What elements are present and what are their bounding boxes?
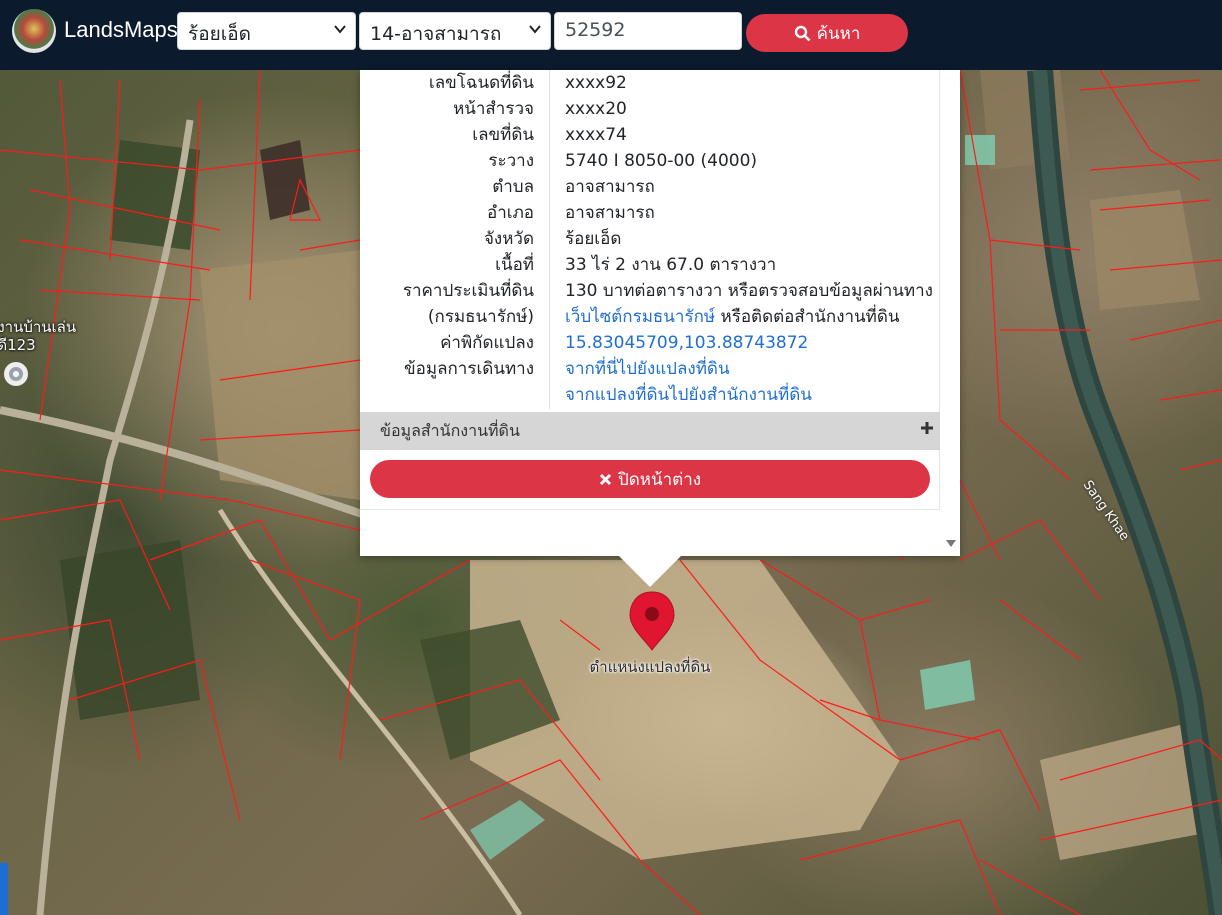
directions-to-parcel-link[interactable]: จากที่นี่ไปยังแปลงที่ดิน [565, 359, 730, 379]
coordinate-link[interactable]: 15.83045709,103.88743872 [565, 333, 808, 353]
info-row: เลขโฉนดที่ดิน xxxx92 [360, 70, 940, 96]
treasury-link-line: เว็บไซต์กรมธนารักษ์ หรือติดต่อสำนักงานที… [565, 304, 900, 330]
chevron-down-icon [529, 25, 541, 34]
map-sheet-value: 5740 I 8050-00 (4000) [565, 151, 758, 171]
parcel-info-table: เลขโฉนดที่ดิน xxxx92 หน้าสำรวจ xxxx20 เล… [360, 70, 940, 408]
treasury-dept-label: (กรมธนารักษ์) [427, 307, 534, 327]
deed-number-label: เลขโฉนดที่ดิน [428, 73, 534, 93]
info-row: เลขที่ดิน xxxx74 [360, 122, 940, 148]
area-label: เนื้อที่ [495, 255, 534, 275]
subdistrict-value: อาจสามารถ [565, 177, 655, 197]
close-icon [599, 473, 612, 485]
info-row: ตำบล อาจสามารถ [360, 174, 940, 200]
treasury-website-link[interactable]: เว็บไซต์กรมธนารักษ์ [565, 307, 715, 327]
parcel-number-value: 52592 [565, 19, 626, 41]
info-row: หน้าสำรวจ xxxx20 [360, 96, 940, 122]
parcel-number-input[interactable]: 52592 [554, 12, 742, 50]
landsmaps-logo-icon[interactable] [12, 9, 56, 53]
close-window-label: ปิดหน้าต่าง [617, 469, 702, 490]
survey-page-label: หน้าสำรวจ [453, 99, 534, 119]
survey-page-value: xxxx20 [565, 99, 627, 119]
search-icon [794, 25, 811, 41]
appraisal-price-label: ราคาประเมินที่ดิน [402, 281, 534, 301]
deed-number-value: xxxx92 [565, 73, 627, 93]
info-row: ค่าพิกัดแปลง 15.83045709,103.88743872 [360, 330, 940, 356]
brand-title[interactable]: LandsMaps [64, 17, 178, 43]
chevron-down-icon [334, 25, 346, 34]
province-label: จังหวัด [483, 229, 534, 249]
treasury-suffix-text: หรือติดต่อสำนักงานที่ดิน [715, 307, 900, 327]
pin-label: ตำแหน่งแปลงที่ดิน [589, 658, 711, 676]
info-row: ข้อมูลการเดินทาง จากที่นี่ไปยังแปลงที่ดิ… [360, 356, 940, 382]
province-select-value: ร้อยเอ็ด [188, 23, 251, 45]
info-row: ราคาประเมินที่ดิน 130 บาทต่อตารางวา หรือ… [360, 278, 940, 304]
subdistrict-label: ตำบล [492, 177, 534, 197]
info-row: อำเภอ อาจสามารถ [360, 200, 940, 226]
info-row: จากแปลงที่ดินไปยังสำนักงานที่ดิน [360, 382, 940, 408]
parcel-info-popup: เลขโฉนดที่ดิน xxxx92 หน้าสำรวจ xxxx20 เล… [360, 70, 960, 556]
info-row: (กรมธนารักษ์) เว็บไซต์กรมธนารักษ์ หรือติ… [360, 304, 940, 330]
area-value: 33 ไร่ 2 งาน 67.0 ตารางวา [565, 255, 777, 275]
location-target-icon [4, 362, 28, 386]
district-select-value: 14-อาจสามารถ [370, 23, 502, 45]
province-value: ร้อยเอ็ด [565, 229, 622, 249]
info-row: ระวาง 5740 I 8050-00 (4000) [360, 148, 940, 174]
popup-pointer [618, 555, 682, 587]
travel-info-label: ข้อมูลการเดินทาง [404, 359, 534, 379]
top-navbar: LandsMaps ร้อยเอ็ด 14-อาจสามารถ 52592 ค้… [0, 0, 1222, 70]
info-row: เนื้อที่ 33 ไร่ 2 งาน 67.0 ตารางวา [360, 252, 940, 278]
place-label: งงานบ้านเล่น งดี123 [0, 318, 77, 354]
map-sheet-label: ระวาง [488, 151, 534, 171]
land-number-value: xxxx74 [565, 125, 627, 145]
province-select[interactable]: ร้อยเอ็ด [177, 12, 356, 50]
land-office-section-toggle[interactable]: ข้อมูลสำนักงานที่ดิน [360, 412, 940, 450]
coordinate-label: ค่าพิกัดแปลง [440, 333, 534, 353]
land-number-label: เลขที่ดิน [472, 125, 534, 145]
directions-to-office-link[interactable]: จากแปลงที่ดินไปยังสำนักงานที่ดิน [565, 385, 812, 405]
close-window-button[interactable]: ปิดหน้าต่าง [370, 460, 930, 498]
search-button[interactable]: ค้นหา [746, 14, 908, 52]
appraisal-price-value: 130 บาทต่อตารางวา หรือตรวจสอบข้อมูลผ่านท… [565, 281, 933, 301]
info-row: จังหวัด ร้อยเอ็ด [360, 226, 940, 252]
district-select[interactable]: 14-อาจสามารถ [359, 12, 551, 50]
scroll-down-arrow-icon[interactable] [946, 540, 956, 548]
plus-icon [921, 422, 933, 434]
district-value: อาจสามารถ [565, 203, 655, 223]
search-button-label: ค้นหา [816, 23, 861, 44]
land-office-section-label: ข้อมูลสำนักงานที่ดิน [380, 421, 520, 440]
district-label: อำเภอ [487, 203, 534, 223]
map-edge-marker [0, 863, 8, 915]
